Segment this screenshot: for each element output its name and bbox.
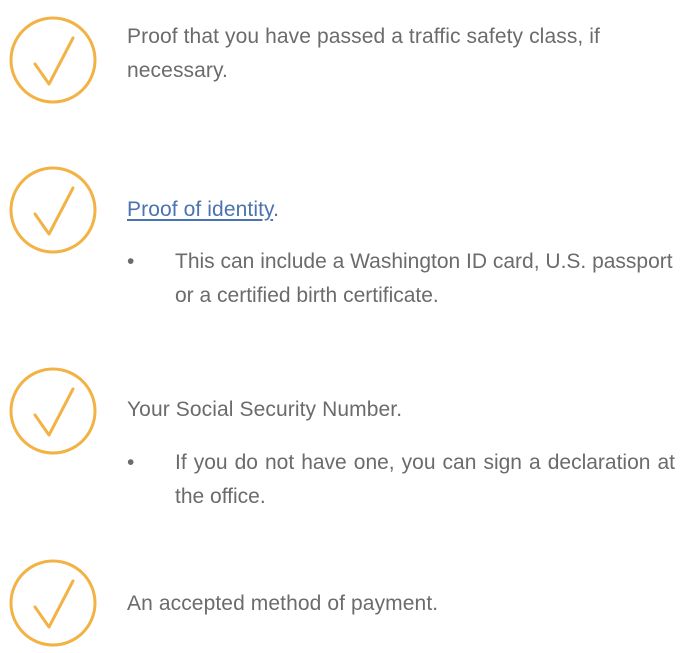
sentence-period: . bbox=[273, 198, 279, 221]
bullet-text: This can include a Washington ID card, U… bbox=[175, 250, 673, 307]
bullet-item: • If you do not have one, you can sign a… bbox=[127, 446, 675, 514]
checklist-item-text: Your Social Security Number. bbox=[127, 398, 403, 421]
checklist-item-text: An accepted method of payment. bbox=[127, 592, 439, 615]
checklist-item-text: Proof of identity. bbox=[127, 193, 675, 227]
bullet-item: • This can include a Washington ID card,… bbox=[127, 245, 675, 313]
bullet-text: If you do not have one, you can sign a d… bbox=[175, 451, 675, 508]
check-circle-icon bbox=[7, 14, 99, 106]
checklist-item-text: Proof that you have passed a traffic saf… bbox=[127, 25, 600, 82]
check-circle-icon bbox=[7, 557, 99, 649]
proof-of-identity-link[interactable]: Proof of identity bbox=[127, 198, 273, 221]
check-circle-icon bbox=[7, 365, 99, 457]
bullet-icon: • bbox=[127, 250, 135, 273]
bullet-icon: • bbox=[127, 451, 135, 474]
check-circle-icon bbox=[7, 164, 99, 256]
